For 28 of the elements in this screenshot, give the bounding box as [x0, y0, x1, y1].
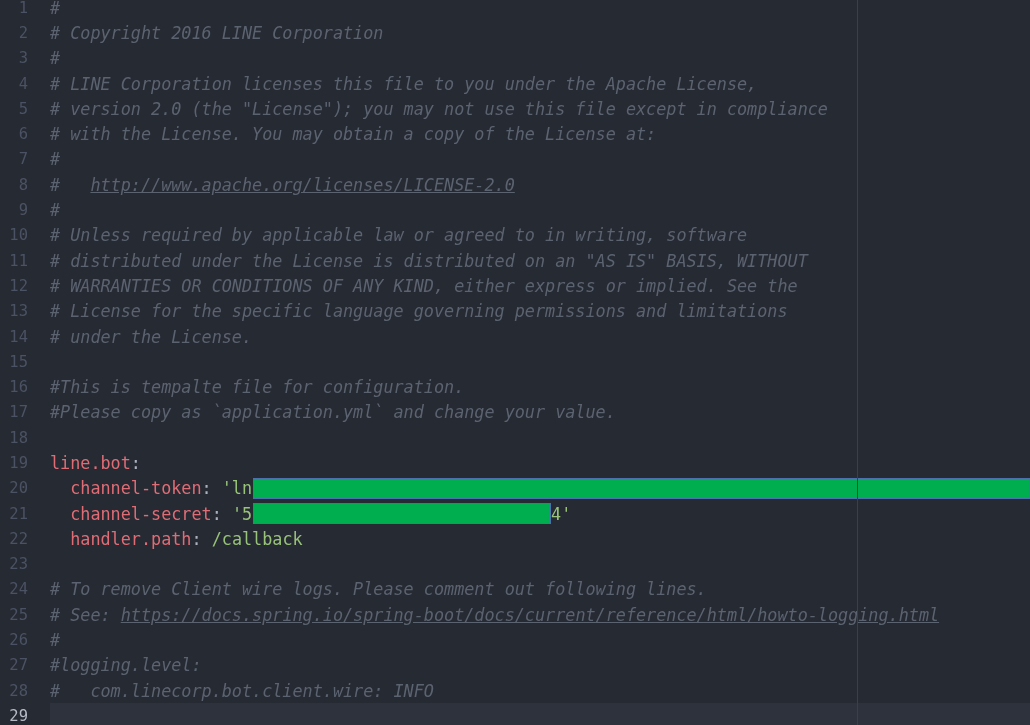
code-line: #logging.level: — [50, 654, 203, 678]
code-line: # under the License. — [50, 325, 254, 349]
code-line: channel-token: 'ln — [50, 475, 1030, 501]
code-line: # WARRANTIES OR CONDITIONS OF ANY KIND, either express or implied. See the — [50, 274, 799, 298]
code-line: # with the License. You may obtain a copy of the License at: — [50, 123, 658, 147]
code-line: # — [50, 47, 62, 71]
comment-link[interactable]: https://docs.spring.io/spring-boot/docs/current/reference/html/howto-logging.html — [120, 604, 940, 625]
code-line: #Please copy as `application.yml` and change your value. — [50, 401, 617, 425]
code-line: # com.linecorp.bot.client.wire: INFO — [50, 679, 435, 703]
code-line: channel-secret: '5 4' — [69, 502, 573, 527]
code-line: # — [50, 0, 62, 20]
code-line: # — [50, 629, 62, 653]
code-line: # http://www.apache.org/licenses/LICENSE-2.0 — [50, 173, 516, 197]
code-line: # Unless required by applicable law or agreed to in writing, software — [50, 224, 749, 248]
code-line: handler.path: /callback — [69, 527, 304, 551]
code-line: #This is tempalte file for configuration. — [50, 376, 466, 400]
code-line: # License for the specific language governing permissions and limitations — [50, 300, 789, 324]
code-line: # — [50, 199, 62, 222]
code-line: # version 2.0 (the "License"); you may not use this file except in compliance — [50, 97, 829, 121]
code-line: # See: https://docs.spring.io/spring-boot/docs/current/reference/html/howto-logging.html — [50, 603, 941, 627]
code-line: # LINE Corporation licenses this file to you under the Apache License, — [50, 72, 759, 96]
code-line: # distributed under the License is distributed on an "AS IS" BASIS, WITHOUT — [50, 249, 810, 273]
line-number: 29 — [8, 706, 28, 725]
comment-link[interactable]: http://www.apache.org/licenses/LICENSE-2.0 — [90, 174, 515, 195]
code-line: # — [50, 148, 62, 172]
code-line: line.bot: — [50, 452, 142, 475]
code-line: # To remove Client wire logs. Please comment out following lines. — [50, 578, 708, 602]
code-line: # Copyright 2016 LINE Corporation — [50, 21, 385, 45]
